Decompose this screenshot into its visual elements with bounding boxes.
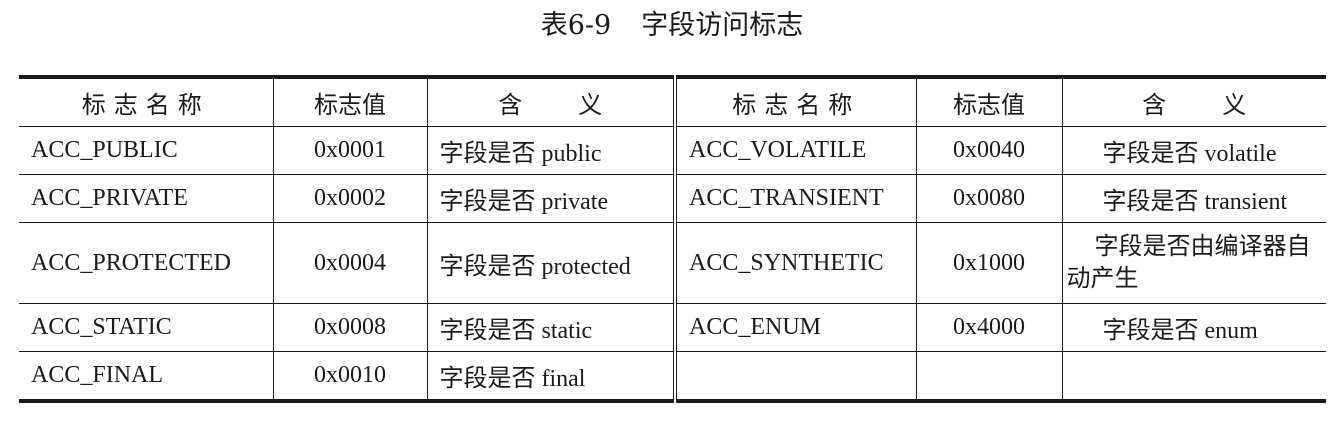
flag-name-cell: ACC_TRANSIENT [673, 174, 917, 223]
flag-value-cell: 0x0008 [272, 303, 428, 352]
flag-value-cell: 0x1000 [915, 222, 1063, 304]
empty-cell [673, 351, 917, 402]
meaning-cell: 字段是否 final [426, 351, 676, 402]
table-title: 字段访问标志 [641, 10, 804, 41]
meaning-cell: 字段是否 public [426, 126, 676, 175]
meaning-cell: 字段是否由编译器自动产生 [1061, 222, 1326, 304]
meaning-cell: 字段是否 volatile [1061, 126, 1326, 175]
meaning-cell: 字段是否 transient [1061, 174, 1326, 223]
table-row: ACC_PROTECTED 0x0004 字段是否 protected ACC_… [19, 222, 1326, 304]
header-row: 标志名称 标志值 含义 标志名称 标志值 含义 [19, 76, 1326, 127]
flag-name-cell: ACC_FINAL [19, 351, 274, 402]
flag-value-cell: 0x0002 [272, 174, 428, 223]
flag-value-cell: 0x0080 [915, 174, 1063, 223]
empty-cell [915, 351, 1063, 402]
table-row: ACC_STATIC 0x0008 字段是否 static ACC_ENUM 0… [19, 303, 1326, 352]
empty-cell [1061, 351, 1326, 402]
table-caption: 表6-9 字段访问标志 [0, 6, 1344, 46]
flag-name-cell: ACC_PUBLIC [19, 126, 274, 175]
table-row: ACC_PRIVATE 0x0002 字段是否 private ACC_TRAN… [19, 174, 1326, 223]
flag-name-cell: ACC_SYNTHETIC [673, 222, 917, 304]
table-row: ACC_FINAL 0x0010 字段是否 final [19, 351, 1326, 402]
flag-name-cell: ACC_VOLATILE [673, 126, 917, 175]
header-flag-name: 标志名称 [19, 76, 274, 127]
header-meaning: 含义 [426, 76, 676, 127]
header-flag-value-2: 标志值 [915, 76, 1063, 127]
table-number: 表6-9 [540, 10, 612, 41]
table-row: ACC_PUBLIC 0x0001 字段是否 public ACC_VOLATI… [19, 126, 1326, 175]
meaning-cell: 字段是否 private [426, 174, 676, 223]
flag-name-cell: ACC_PRIVATE [19, 174, 274, 223]
flag-value-cell: 0x4000 [915, 303, 1063, 352]
header-flag-name-2: 标志名称 [673, 76, 917, 127]
flag-name-cell: ACC_PROTECTED [19, 222, 274, 304]
field-access-flags-table: 标志名称 标志值 含义 标志名称 标志值 含义 ACC_PUBLIC 0x000… [19, 75, 1326, 403]
flag-value-cell: 0x0040 [915, 126, 1063, 175]
flag-name-cell: ACC_ENUM [673, 303, 917, 352]
meaning-cell: 字段是否 static [426, 303, 676, 352]
meaning-cell: 字段是否 protected [426, 222, 676, 304]
header-meaning-2: 含义 [1061, 76, 1326, 127]
flag-value-cell: 0x0001 [272, 126, 428, 175]
meaning-cell: 字段是否 enum [1061, 303, 1326, 352]
header-flag-value: 标志值 [272, 76, 428, 127]
flag-name-cell: ACC_STATIC [19, 303, 274, 352]
flag-value-cell: 0x0004 [272, 222, 428, 304]
flag-value-cell: 0x0010 [272, 351, 428, 402]
